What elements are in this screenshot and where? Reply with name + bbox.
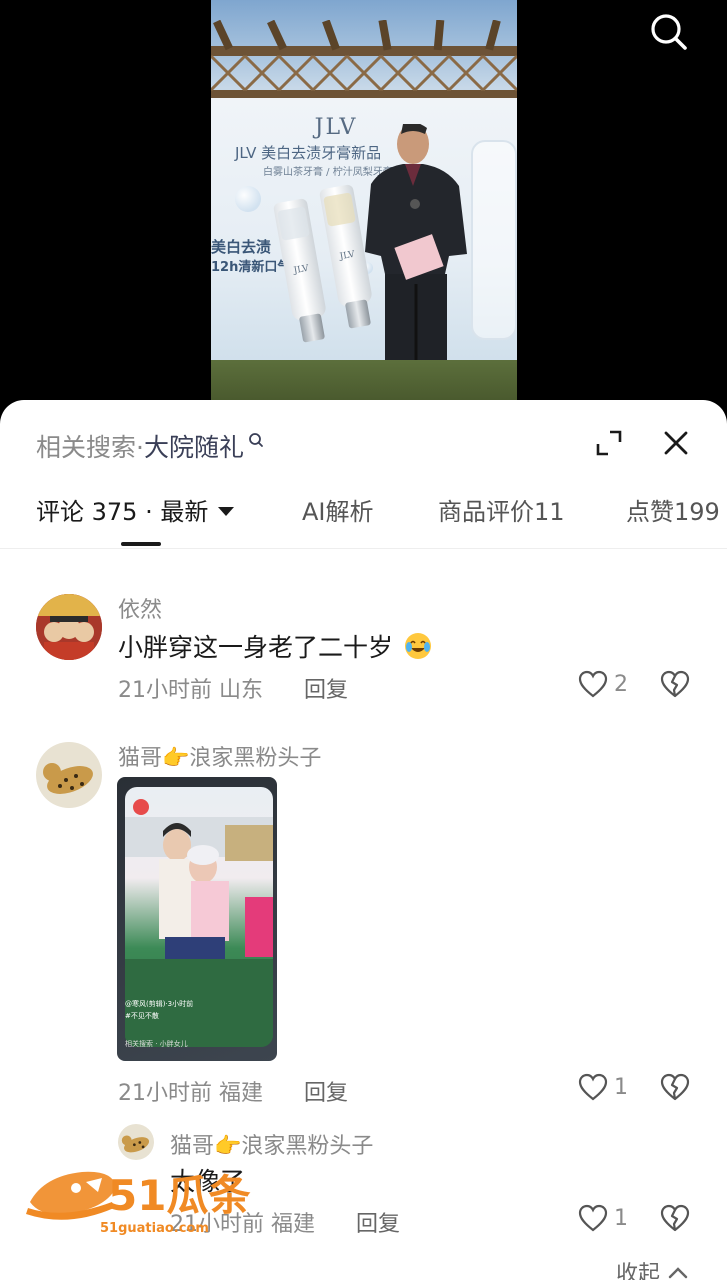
avatar-image bbox=[36, 742, 102, 808]
active-tab-indicator bbox=[121, 542, 161, 546]
comment-meta: 21小时前 福建 bbox=[118, 1081, 263, 1106]
tab-comments[interactable]: 评论 375 · 最新 bbox=[36, 492, 235, 527]
like-count: 1 bbox=[614, 1074, 628, 1100]
comment-meta: 21小时前 山东 bbox=[118, 678, 263, 703]
search-icon bbox=[249, 433, 263, 447]
tube-cap bbox=[298, 313, 326, 343]
avatar[interactable] bbox=[36, 594, 102, 660]
avatar-image bbox=[36, 594, 102, 660]
heart-icon bbox=[578, 1073, 608, 1101]
tube-band bbox=[323, 192, 356, 227]
broken-heart-icon[interactable] bbox=[660, 1073, 690, 1101]
grass-ground bbox=[211, 360, 517, 400]
tube-label: JLV bbox=[292, 263, 310, 277]
comment-sheet: 相关搜索· 大院随礼 评论 375 · 最新 AI解析 商品评价11 点赞199 bbox=[0, 400, 727, 1280]
like-button[interactable]: 1 bbox=[578, 1204, 628, 1232]
tube-label: JLV bbox=[338, 249, 356, 263]
image-caption: @寒风(剪辑)·3小时前 bbox=[125, 1000, 194, 1008]
brand-title: JLV 美白去渍牙膏新品 bbox=[235, 144, 382, 162]
brand-logo: JLV bbox=[314, 115, 358, 140]
watermark-text: 51瓜条 bbox=[108, 1171, 250, 1220]
chevron-down-icon bbox=[218, 507, 235, 516]
tube-band bbox=[277, 206, 310, 241]
slogan-line-2: 12h清新口气 bbox=[211, 260, 291, 275]
reply-username[interactable]: 猫哥👉浪家黑粉头子 bbox=[170, 1128, 373, 1160]
collapse-replies-button[interactable]: 收起 bbox=[616, 1256, 688, 1280]
divider bbox=[0, 548, 727, 549]
related-search-term[interactable]: 大院随礼 bbox=[144, 428, 244, 464]
comment-text-content: 小胖穿这一身老了二十岁 bbox=[118, 633, 394, 662]
comment-image[interactable]: @寒风(剪辑)·3小时前 #不见不散 相关搜索 · 小胖女儿 bbox=[117, 777, 277, 1061]
bubble-graphic bbox=[235, 186, 261, 212]
avatar-image bbox=[118, 1124, 154, 1160]
broken-heart-icon[interactable] bbox=[660, 1204, 690, 1232]
close-icon[interactable] bbox=[663, 430, 689, 456]
tab-label: 评论 375 · 最新 bbox=[36, 498, 209, 526]
collapse-label: 收起 bbox=[616, 1262, 661, 1280]
comment-username[interactable]: 猫哥👉浪家黑粉头子 bbox=[118, 740, 321, 772]
like-count: 1 bbox=[614, 1205, 628, 1231]
search-icon[interactable] bbox=[649, 12, 689, 52]
laughing-crying-emoji-icon bbox=[404, 633, 431, 659]
watermark-url: 51guatiao.com bbox=[100, 1221, 209, 1236]
image-tag: #不见不散 bbox=[125, 1012, 159, 1020]
related-search[interactable]: 相关搜索· 大院随礼 bbox=[36, 428, 264, 464]
reply-button[interactable]: 回复 bbox=[304, 1075, 348, 1107]
like-button[interactable]: 1 bbox=[578, 1073, 628, 1101]
like-count: 2 bbox=[614, 671, 628, 697]
broken-heart-icon[interactable] bbox=[660, 670, 690, 698]
reply-button[interactable]: 回复 bbox=[304, 672, 348, 704]
tab-product-reviews[interactable]: 商品评价11 bbox=[438, 492, 565, 527]
reply-button[interactable]: 回复 bbox=[356, 1206, 400, 1238]
comment-username[interactable]: 依然 bbox=[118, 592, 162, 624]
tab-bar: 评论 375 · 最新 AI解析 商品评价11 点赞199 bbox=[0, 488, 727, 548]
video-frame: JLV JLV 美白去渍牙膏新品 白雾山茶牙膏 / 柠汁凤梨牙膏 美白去渍 12… bbox=[211, 0, 517, 400]
chevron-up-icon bbox=[668, 1267, 688, 1279]
related-search-label: 相关搜索· bbox=[36, 433, 144, 462]
tab-ai-analysis[interactable]: AI解析 bbox=[302, 492, 374, 527]
avatar[interactable] bbox=[118, 1124, 154, 1160]
pergola-graphic bbox=[211, 20, 517, 100]
expand-icon[interactable] bbox=[596, 430, 622, 456]
avatar[interactable] bbox=[36, 742, 102, 808]
image-bottom-bar: 相关搜索 · 小胖女儿 bbox=[125, 1040, 188, 1048]
comment-text: 小胖穿这一身老了二十岁 bbox=[118, 628, 433, 664]
video-player[interactable]: JLV JLV 美白去渍牙膏新品 白雾山茶牙膏 / 柠汁凤梨牙膏 美白去渍 12… bbox=[0, 0, 727, 420]
like-button[interactable]: 2 bbox=[578, 670, 628, 698]
slogan-line-1: 美白去渍 bbox=[211, 238, 272, 256]
display-board bbox=[471, 140, 517, 340]
watermark-logo: 51瓜条 51guatiao.com bbox=[26, 1171, 250, 1236]
heart-icon bbox=[578, 1204, 608, 1232]
presenter-figure bbox=[365, 124, 467, 400]
tab-likes[interactable]: 点赞199 bbox=[626, 492, 720, 527]
heart-icon bbox=[578, 670, 608, 698]
